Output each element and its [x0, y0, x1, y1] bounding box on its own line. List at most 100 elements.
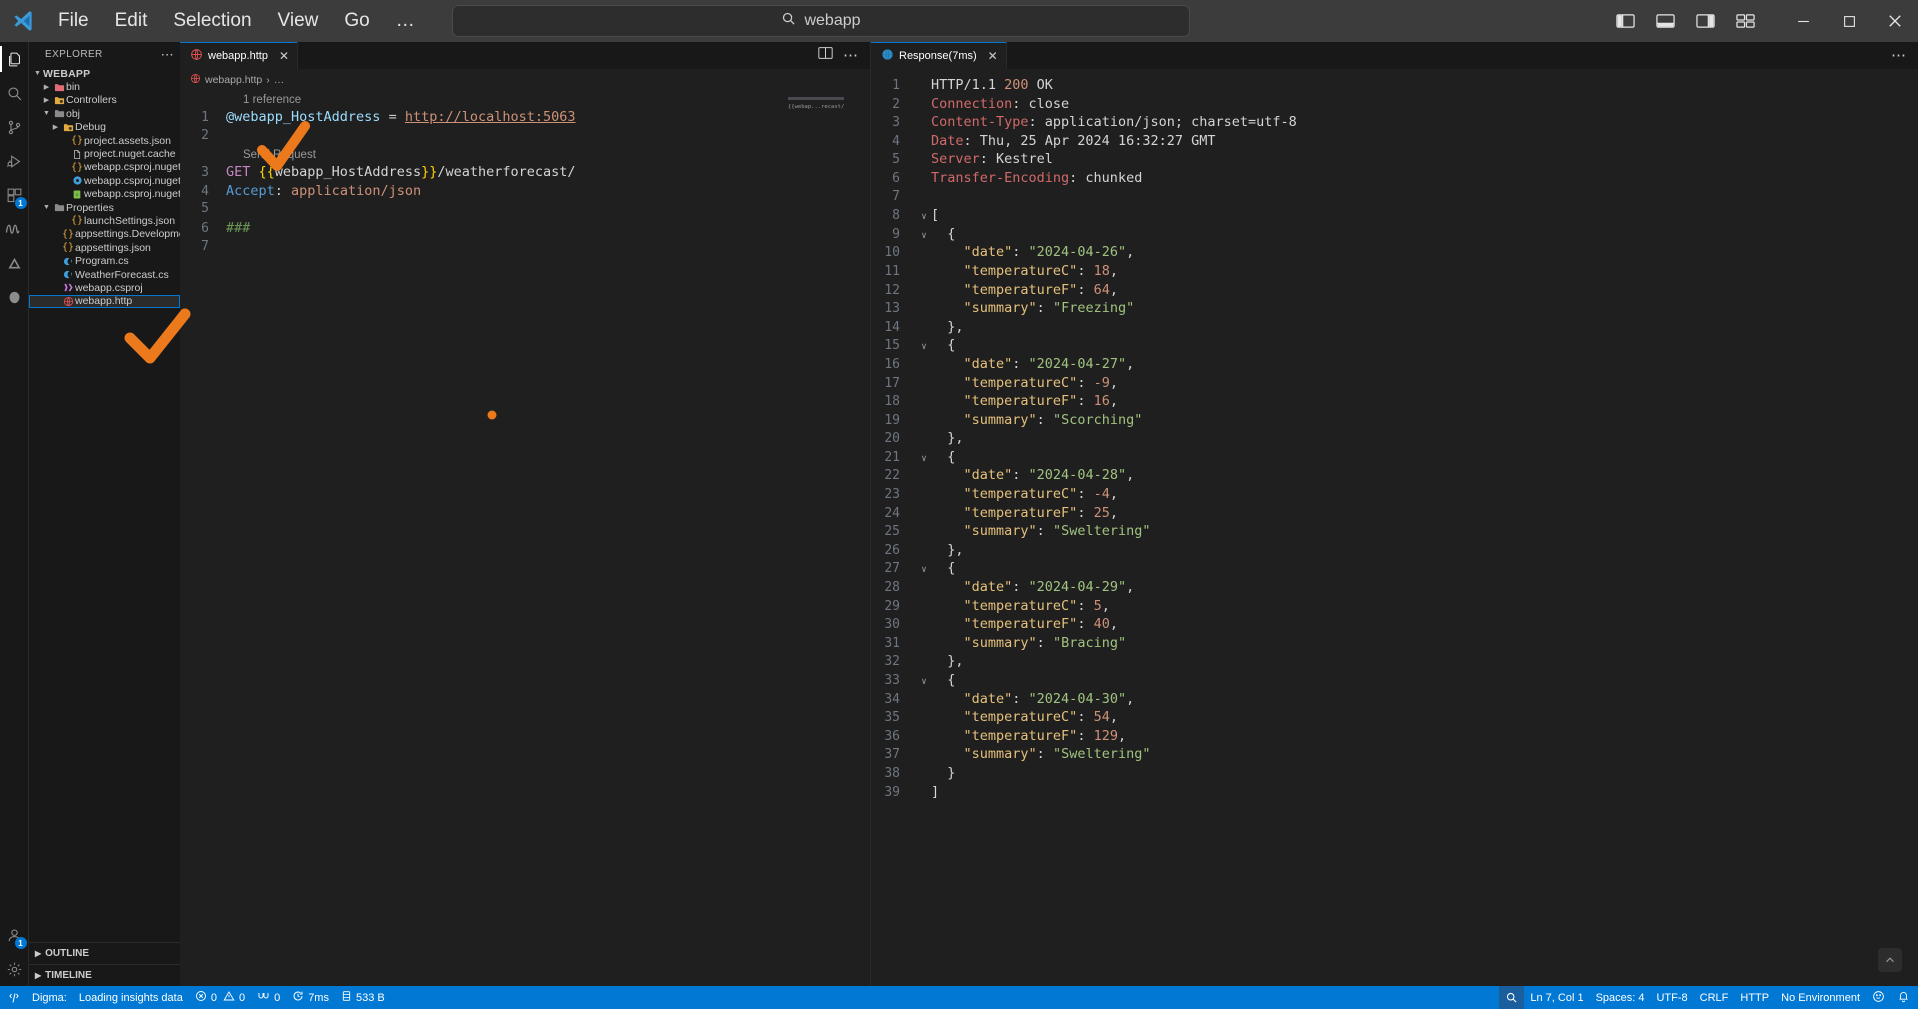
tree-item-debug[interactable]: ▶ Debug [29, 121, 180, 134]
status-encoding[interactable]: UTF-8 [1650, 986, 1693, 1009]
status-feedback[interactable] [1866, 986, 1891, 1009]
code-line[interactable]: 21 ∨ { [871, 449, 1918, 468]
tree-item-webapp-csproj-nuget-g-targets[interactable]: xwebapp.csproj.nuget.g.targets [29, 188, 180, 201]
file-tree[interactable]: ▼ WEBAPP ▶ bin ▶ Controllers ▼ obj ▶ Debug{} proje… [29, 67, 180, 942]
menu-go[interactable]: Go [332, 5, 381, 38]
code-line[interactable]: 6 ### [180, 220, 870, 239]
code-line[interactable]: 39] [871, 784, 1918, 803]
editor-code-area[interactable]: 1 reference 1 @webapp_HostAddress = http:… [180, 91, 870, 986]
code-line[interactable]: 25 "summary": "Sweltering" [871, 523, 1918, 542]
activity-item-run-and-debug[interactable] [0, 144, 29, 178]
tree-item-webapp-csproj-nuget-dgspec-json[interactable]: {}webapp.csproj.nuget.dgspec.json [29, 161, 180, 174]
window-close-button[interactable] [1872, 0, 1918, 42]
menu-file[interactable]: File [46, 5, 101, 38]
window-maximize-button[interactable] [1826, 0, 1872, 42]
code-line[interactable]: 19 "summary": "Scorching" [871, 412, 1918, 431]
code-line[interactable]: 24 "temperatureF": 25, [871, 505, 1918, 524]
status-digma-label[interactable]: Digma: [26, 986, 73, 1009]
code-line[interactable]: 38 } [871, 765, 1918, 784]
code-line[interactable]: 5 [180, 201, 870, 220]
scroll-to-top-icon[interactable] [1878, 948, 1902, 972]
activity-item-extensions[interactable]: 1 [0, 178, 29, 212]
code-line[interactable]: 5 Server: Kestrel [871, 151, 1918, 170]
status-duration[interactable]: 7ms [286, 986, 335, 1009]
chevron-down-icon[interactable]: ▼ [41, 204, 52, 211]
code-line[interactable]: 36 "temperatureF": 129, [871, 728, 1918, 747]
status-errors[interactable]: 0 [189, 986, 223, 1009]
tab-webapp-http[interactable]: webapp.http ✕ [180, 42, 298, 69]
activity-item-explorer[interactable] [0, 42, 29, 76]
tree-item-program-cs[interactable]: Program.cs [29, 254, 180, 267]
code-line[interactable]: 7 [871, 189, 1918, 208]
code-line[interactable]: 20 }, [871, 430, 1918, 449]
menu-selection[interactable]: Selection [161, 5, 263, 38]
code-line[interactable]: 34 "date": "2024-04-30", [871, 691, 1918, 710]
fold-chevron-icon[interactable]: ∨ [917, 231, 931, 241]
code-line[interactable]: 10 "date": "2024-04-26", [871, 244, 1918, 263]
status-eol[interactable]: CRLF [1694, 986, 1735, 1009]
code-line[interactable]: 11 "temperatureC": 18, [871, 263, 1918, 282]
fold-chevron-icon[interactable]: ∨ [917, 212, 931, 222]
more-actions-icon[interactable]: ⋯ [1891, 48, 1906, 63]
tree-item-controllers[interactable]: ▶ Controllers [29, 94, 180, 107]
chevron-right-icon[interactable]: ▶ [41, 83, 52, 91]
code-line[interactable]: 33 ∨ { [871, 672, 1918, 691]
breadcrumb-file[interactable]: webapp.http [205, 74, 262, 86]
tree-root-webapp[interactable]: ▼ WEBAPP [29, 67, 180, 80]
status-cursor-position[interactable]: Ln 7, Col 1 [1524, 986, 1589, 1009]
editor-minimap[interactable]: {{webap...recast/ [788, 97, 850, 110]
window-minimize-button[interactable] [1780, 0, 1826, 42]
status-notifications[interactable] [1891, 986, 1916, 1009]
breadcrumb-last[interactable]: … [274, 74, 285, 86]
chevron-down-icon[interactable]: ▼ [41, 110, 52, 117]
menu-more[interactable]: … [384, 5, 427, 38]
activity-item-digma[interactable] [0, 212, 29, 246]
status-indentation[interactable]: Spaces: 4 [1590, 986, 1651, 1009]
code-line[interactable]: 3 Content-Type: application/json; charset… [871, 114, 1918, 133]
fold-chevron-icon[interactable]: ∨ [917, 565, 931, 575]
more-actions-icon[interactable]: ⋯ [843, 48, 858, 63]
code-line[interactable]: 14 }, [871, 319, 1918, 338]
status-digma-message[interactable]: Loading insights data [73, 986, 189, 1009]
tree-item-weatherforecast-cs[interactable]: WeatherForecast.cs [29, 268, 180, 281]
tree-item-bin[interactable]: ▶ bin [29, 80, 180, 93]
status-environment[interactable]: No Environment [1775, 986, 1866, 1009]
code-line[interactable]: 1 HTTP/1.1 200 OK [871, 77, 1918, 96]
code-line[interactable]: 23 "temperatureC": -4, [871, 486, 1918, 505]
activity-item-source-control[interactable] [0, 110, 29, 144]
code-line[interactable]: 31 "summary": "Bracing" [871, 635, 1918, 654]
code-line[interactable]: 8 ∨[ [871, 207, 1918, 226]
chevron-down-icon[interactable]: ▼ [32, 70, 43, 77]
tree-item-webapp-csproj[interactable]: webapp.csproj [29, 281, 180, 294]
tree-item-appsettings-json[interactable]: {} appsettings.json [29, 241, 180, 254]
toggle-primary-sidebar-icon[interactable] [1608, 6, 1642, 36]
code-line[interactable]: 17 "temperatureC": -9, [871, 375, 1918, 394]
code-line[interactable]: 9 ∨ { [871, 226, 1918, 245]
code-line[interactable]: 1 @webapp_HostAddress = http://localhost:… [180, 109, 870, 128]
menu-view[interactable]: View [266, 5, 331, 38]
tab-response[interactable]: Response(7ms) ✕ [871, 42, 1007, 69]
fold-chevron-icon[interactable]: ∨ [917, 454, 931, 464]
close-icon[interactable]: ✕ [279, 49, 289, 63]
code-line[interactable]: 32 }, [871, 653, 1918, 672]
code-line[interactable]: 30 "temperatureF": 40, [871, 616, 1918, 635]
tree-item-appsettings-development-json[interactable]: {}appsettings.Development.json [29, 228, 180, 241]
tree-item-project-nuget-cache[interactable]: project.nuget.cache [29, 147, 180, 160]
code-line[interactable]: 6 Transfer-Encoding: chunked [871, 170, 1918, 189]
fold-chevron-icon[interactable]: ∨ [917, 677, 931, 687]
code-line[interactable]: 4 Date: Thu, 25 Apr 2024 16:32:27 GMT [871, 133, 1918, 152]
tree-item-launchsettings-json[interactable]: {} launchSettings.json [29, 214, 180, 227]
status-ports[interactable]: 0 [251, 986, 286, 1009]
breadcrumb[interactable]: webapp.http › … [180, 69, 870, 91]
code-line[interactable]: 22 "date": "2024-04-28", [871, 467, 1918, 486]
code-line[interactable]: 26 }, [871, 542, 1918, 561]
outline-section[interactable]: ▶ OUTLINE [29, 942, 180, 964]
more-actions-icon[interactable]: ⋯ [161, 48, 174, 61]
code-line[interactable]: 2 [180, 128, 870, 147]
close-icon[interactable]: ✕ [988, 49, 998, 63]
code-line[interactable]: 18 "temperatureF": 16, [871, 393, 1918, 412]
chevron-right-icon[interactable]: ▶ [50, 123, 61, 131]
code-line[interactable]: 37 "summary": "Sweltering" [871, 746, 1918, 765]
customize-layout-icon[interactable] [1728, 6, 1762, 36]
tree-item-properties[interactable]: ▼ Properties [29, 201, 180, 214]
